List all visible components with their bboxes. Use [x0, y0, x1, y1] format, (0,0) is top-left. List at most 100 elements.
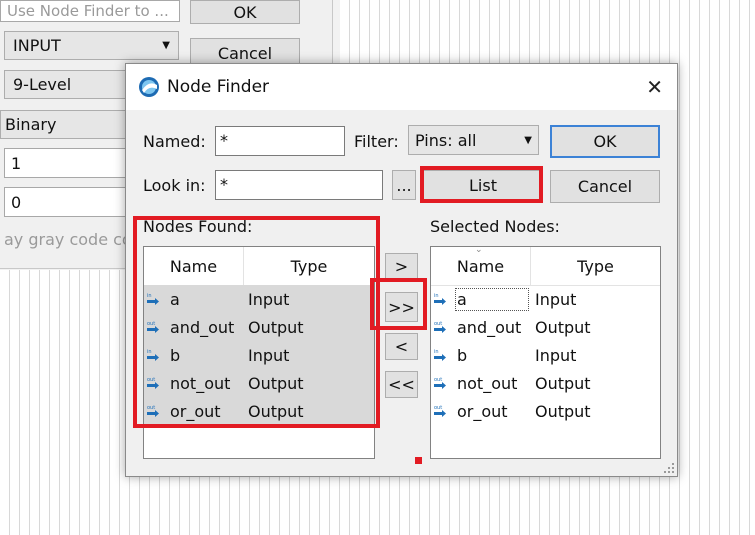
node-name: and_out [457, 317, 522, 337]
browse-label: ... [396, 175, 412, 195]
named-value: * [220, 131, 228, 150]
svg-text:out: out [147, 377, 155, 383]
node-type: Input [535, 345, 577, 365]
direction-select[interactable]: INPUT ▼ [4, 31, 179, 60]
column-header-name-label: Name [456, 256, 505, 276]
add-label: > [394, 257, 409, 276]
svg-text:out: out [147, 321, 155, 327]
value-one-field[interactable]: 1 [4, 148, 129, 178]
look-in-input[interactable]: * [215, 170, 383, 200]
table-row[interactable]: out not_out Output [431, 369, 591, 397]
dropdown-arrow-icon: ▼ [162, 40, 170, 51]
level-select[interactable]: 9-Level [4, 70, 134, 99]
look-in-value: * [220, 175, 228, 194]
node-name: a [455, 287, 529, 311]
table-row[interactable]: in b Input [431, 341, 576, 369]
node-name: b [457, 345, 468, 365]
filter-select[interactable]: Pins: all ▼ [408, 125, 539, 155]
table-row[interactable]: in a Input [144, 285, 289, 313]
table-row[interactable]: out and_out Output [431, 313, 591, 341]
value-zero: 0 [11, 192, 22, 212]
direction-value: INPUT [13, 36, 61, 55]
value-one: 1 [11, 153, 22, 173]
node-type: Input [248, 345, 290, 365]
input-pin-icon: in [144, 292, 170, 306]
list-label: List [469, 175, 497, 195]
node-type: Output [535, 317, 591, 337]
column-header-name[interactable]: Name [144, 247, 244, 285]
node-name: a [170, 289, 180, 309]
node-finder-placeholder: Use Node Finder to ... [7, 2, 169, 20]
node-type: Output [248, 373, 304, 393]
selected-nodes-header: ⌄ Name Type [431, 245, 660, 286]
svg-text:out: out [147, 405, 155, 411]
remove-button[interactable]: < [385, 333, 418, 360]
resize-grip-icon[interactable] [663, 462, 675, 474]
svg-text:out: out [434, 405, 442, 411]
svg-text:out: out [434, 377, 442, 383]
svg-text:out: out [434, 321, 442, 327]
node-type: Output [535, 373, 591, 393]
add-button[interactable]: > [385, 253, 418, 280]
close-icon[interactable]: ✕ [646, 75, 663, 99]
quartus-logo-icon [139, 77, 159, 97]
input-pin-icon: in [431, 348, 457, 362]
node-name: and_out [170, 317, 235, 337]
node-type: Output [248, 317, 304, 337]
list-button[interactable]: List [423, 170, 543, 200]
value-zero-field[interactable]: 0 [4, 187, 129, 217]
node-name: b [170, 345, 181, 365]
ok-label: OK [593, 132, 617, 151]
output-pin-icon: out [144, 376, 170, 390]
nodes-found-list[interactable]: Name Type in a Input out and_out Output in b Inp… [143, 246, 375, 459]
input-pin-icon: in [431, 292, 457, 306]
column-header-type[interactable]: Type [244, 247, 374, 285]
remove-all-label: << [388, 375, 415, 394]
node-name: or_out [457, 401, 508, 421]
nodes-found-header: Name Type [144, 247, 374, 286]
selected-nodes-label: Selected Nodes: [430, 217, 560, 236]
filter-value: Pins: all [415, 130, 477, 150]
remove-label: < [394, 337, 409, 356]
table-row[interactable]: in b Input [144, 341, 289, 369]
dialog-title: Node Finder [167, 77, 270, 97]
table-row[interactable]: out and_out Output [144, 313, 304, 341]
node-name: not_out [170, 373, 231, 393]
output-pin-icon: out [431, 376, 457, 390]
named-input[interactable]: * [215, 126, 345, 156]
table-row[interactable]: in a Input [431, 285, 576, 313]
ok-button[interactable]: OK [550, 125, 660, 158]
table-row[interactable]: out or_out Output [431, 397, 591, 425]
title-bar[interactable]: Node Finder ✕ [126, 64, 677, 110]
node-name: not_out [457, 373, 518, 393]
radix-value: Binary [5, 115, 57, 134]
column-header-name[interactable]: ⌄ Name [431, 245, 531, 285]
table-row[interactable]: out or_out Output [144, 397, 304, 425]
radix-select[interactable]: Binary [0, 110, 130, 139]
node-finder-field[interactable]: Use Node Finder to ... [0, 0, 180, 22]
add-all-label: >> [388, 297, 415, 317]
look-in-label: Look in: [143, 176, 206, 195]
remove-all-button[interactable]: << [385, 371, 418, 398]
node-type: Output [248, 401, 304, 421]
svg-text:in: in [434, 349, 439, 355]
background-ok-label: OK [233, 2, 257, 22]
browse-button[interactable]: ... [392, 170, 416, 200]
nodes-found-label: Nodes Found: [143, 217, 253, 236]
annotation-dot [415, 457, 422, 464]
background-ok-button[interactable]: OK [190, 0, 300, 24]
cancel-button[interactable]: Cancel [550, 170, 660, 203]
dropdown-arrow-icon: ▼ [524, 134, 532, 146]
table-row[interactable]: out not_out Output [144, 369, 304, 397]
selected-nodes-list[interactable]: ⌄ Name Type in a Input out and_out Output in b I… [430, 245, 661, 459]
column-header-type[interactable]: Type [531, 247, 660, 285]
filter-label: Filter: [354, 132, 399, 151]
node-type: Output [535, 401, 591, 421]
level-value: 9-Level [13, 75, 72, 94]
output-pin-icon: out [144, 320, 170, 334]
input-pin-icon: in [144, 348, 170, 362]
named-label: Named: [143, 132, 206, 151]
background-cancel-label: Cancel [217, 43, 273, 63]
add-all-button[interactable]: >> [385, 292, 418, 322]
gray-code-text: ay gray code co [4, 230, 132, 249]
